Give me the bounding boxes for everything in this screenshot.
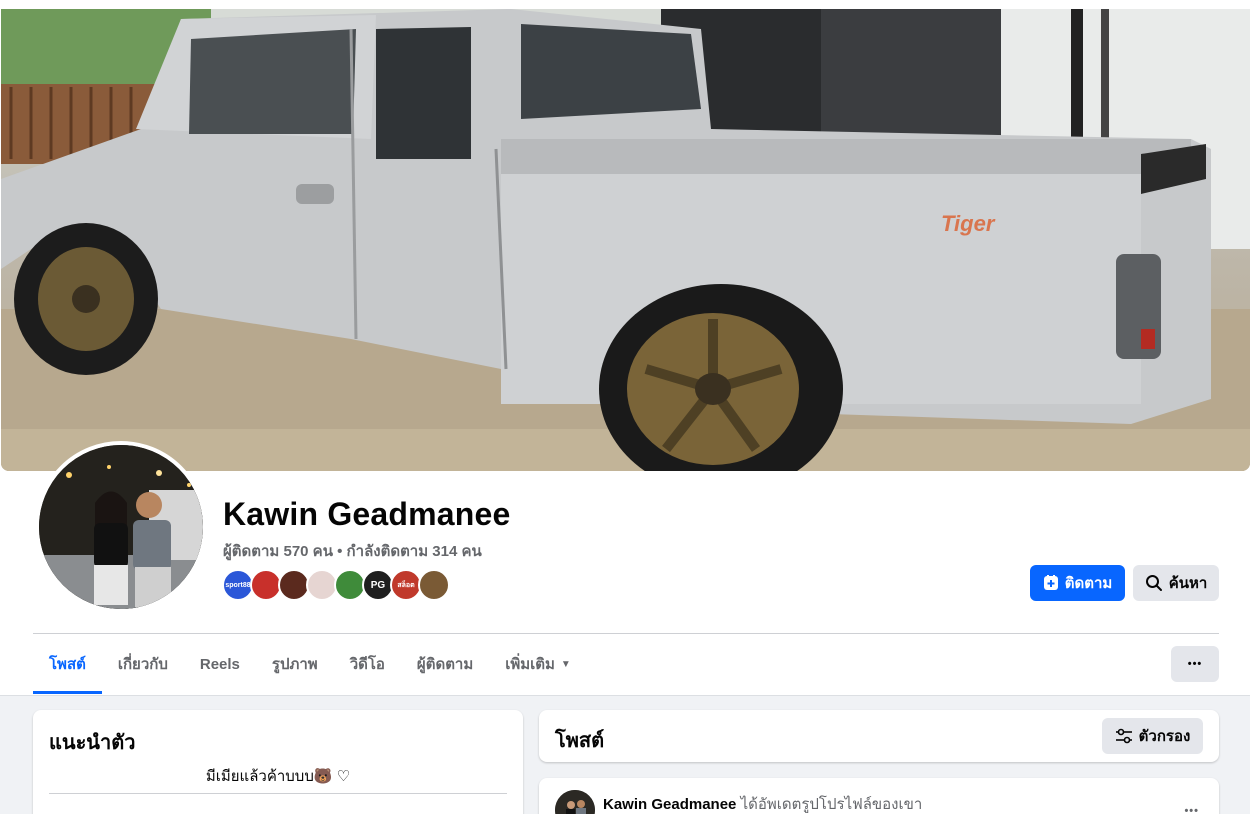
tab-more[interactable]: เพิ่มเติม ▼ <box>489 634 587 694</box>
profile-tabs: โพสต์ เกี่ยวกับ Reels รูปภาพ วิดีโอ ผู้ต… <box>33 634 587 694</box>
tab-videos[interactable]: วิดีโอ <box>334 634 401 694</box>
intro-card: แนะนำตัว มีเมียแล้วค้าบบบ🐻 ♡ <box>33 710 523 814</box>
follow-button-label: ติดตาม <box>1064 575 1113 592</box>
tab-reels[interactable]: Reels <box>184 634 256 694</box>
post-card: Kawin Geadmanee ได้อัพเดตรูปโปรไฟล์ของเข… <box>539 778 1219 814</box>
intro-divider <box>49 793 507 794</box>
more-icon: ••• <box>1184 805 1199 814</box>
follower-stats[interactable]: ผู้ติดตาม 570 คน • กำลังติดตาม 314 คน <box>223 539 482 563</box>
follow-icon <box>1043 575 1058 590</box>
post-action-text: ได้อัพเดตรูปโปรไฟล์ของเขา <box>740 796 923 813</box>
cover-photo[interactable]: Tiger <box>1 9 1250 471</box>
intro-bio: มีเมียแล้วค้าบบบ🐻 ♡ <box>205 768 351 785</box>
post-header: Kawin Geadmanee ได้อัพเดตรูปโปรไฟล์ของเข… <box>603 792 922 814</box>
profile-avatar[interactable] <box>35 441 207 613</box>
follower-avatars: sport88 PG สล็อต <box>222 569 450 601</box>
cover-photo-illustration: Tiger <box>1 9 1250 471</box>
follower-avatar[interactable] <box>418 569 450 601</box>
tab-label: ผู้ติดตาม <box>416 656 474 673</box>
profile-name: Kawin Geadmanee <box>223 496 511 532</box>
tab-photos[interactable]: รูปภาพ <box>256 634 334 694</box>
tab-label: เกี่ยวกับ <box>117 656 168 673</box>
profile-avatar-image <box>39 445 203 609</box>
tab-followers[interactable]: ผู้ติดตาม <box>401 634 489 694</box>
tab-about[interactable]: เกี่ยวกับ <box>102 634 184 694</box>
follow-button[interactable]: ติดตาม <box>1030 565 1125 601</box>
filter-button-label: ตัวกรอง <box>1138 728 1191 745</box>
post-author-avatar[interactable] <box>555 790 595 814</box>
post-menu-button[interactable]: ••• <box>1184 798 1199 814</box>
search-button[interactable]: ค้นหา <box>1133 565 1219 601</box>
tab-label: Reels <box>199 655 240 673</box>
tab-label: โพสต์ <box>49 656 86 673</box>
svg-text:Tiger: Tiger <box>941 211 996 236</box>
posts-title: โพสต์ <box>555 730 605 752</box>
profile-more-button[interactable]: ••• <box>1171 646 1219 682</box>
filter-button[interactable]: ตัวกรอง <box>1102 718 1203 754</box>
tab-label: วิดีโอ <box>349 656 385 673</box>
tab-posts[interactable]: โพสต์ <box>33 634 102 694</box>
tab-label: รูปภาพ <box>271 656 318 673</box>
post-author-name[interactable]: Kawin Geadmanee <box>603 796 736 813</box>
filter-icon <box>1115 728 1132 744</box>
search-icon <box>1145 575 1162 591</box>
more-icon: ••• <box>1187 658 1203 670</box>
posts-header-card: โพสต์ ตัวกรอง <box>539 710 1219 762</box>
tab-label: เพิ่มเติม <box>505 656 555 673</box>
intro-title: แนะนำตัว <box>49 732 136 754</box>
post-author-avatar-image <box>555 790 595 814</box>
caret-down-icon: ▼ <box>560 658 571 670</box>
search-button-label: ค้นหา <box>1168 575 1208 592</box>
